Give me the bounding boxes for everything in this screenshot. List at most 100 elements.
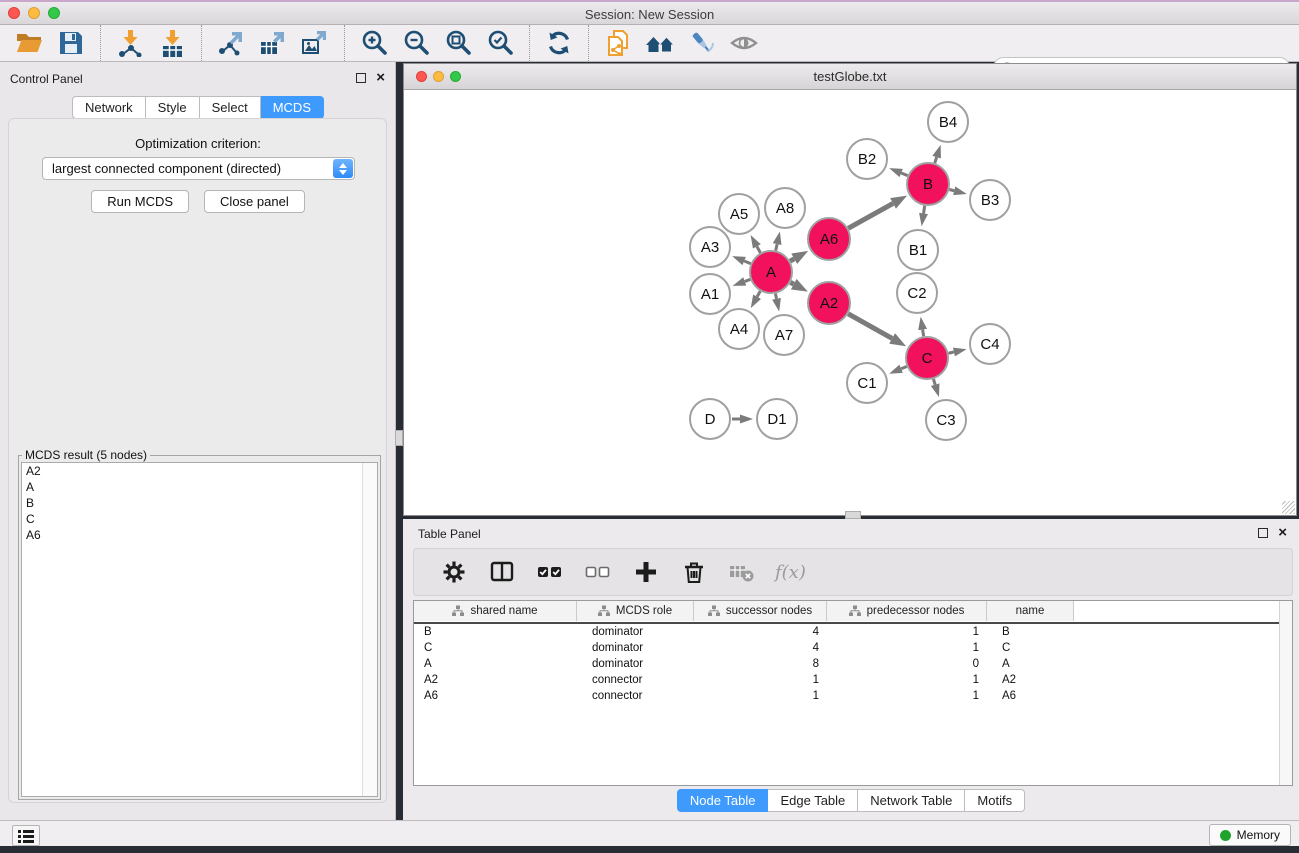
home-icon[interactable] [645,28,675,58]
close-panel-button[interactable]: Close panel [204,190,305,213]
graph-edge-C-C4[interactable] [948,352,953,353]
mcds-result-item[interactable]: A6 [22,527,377,543]
graph-edge-A6-B[interactable] [848,203,893,228]
graph-node-C[interactable]: C [906,337,948,379]
graph-node-D1[interactable]: D1 [757,399,797,439]
new-network-from-selection-icon[interactable] [603,28,633,58]
network-window-titlebar[interactable]: testGlobe.txt [404,64,1296,90]
refresh-layout-icon[interactable] [544,28,574,58]
graph-edge-A-A5[interactable] [757,246,760,252]
close-panel-icon[interactable]: × [376,73,385,83]
zoom-out-icon[interactable] [401,28,431,58]
result-list-scrollbar[interactable] [362,463,377,796]
table-row[interactable]: Bdominator41B [414,624,1292,640]
graph-edge-B-B1[interactable] [924,206,925,214]
tab-style[interactable]: Style [146,96,200,119]
graph-node-B4[interactable]: B4 [928,102,968,142]
network-canvas[interactable]: A A1 A2 A3 A4 A5 A6 A7 A8 B B1 B2 B3B4 C C1 C2 C3C4 D D1 [404,90,1296,515]
optimization-criterion-dropdown[interactable]: largest connected component (directed) [42,157,355,180]
graph-node-B3[interactable]: B3 [970,180,1010,220]
graph-node-A5[interactable]: A5 [719,194,759,234]
graph-edge-B-B3[interactable] [949,189,954,190]
graph-node-C1[interactable]: C1 [847,363,887,403]
tab-select[interactable]: Select [200,96,261,119]
column-header-shared-name[interactable]: shared name [414,601,577,621]
graph-edge-C-C2[interactable] [923,330,924,337]
graph-node-D[interactable]: D [690,399,730,439]
mcds-result-item[interactable]: B [22,495,377,511]
mcds-result-item[interactable]: A2 [22,463,377,479]
show-hide-style-icon[interactable] [687,28,717,58]
table-tab-edge-table[interactable]: Edge Table [768,789,858,812]
mcds-result-item[interactable]: A [22,479,377,495]
task-history-button[interactable] [12,825,40,846]
graph-node-B[interactable]: B [907,163,949,205]
import-network-icon[interactable] [115,28,145,58]
run-mcds-button[interactable]: Run MCDS [91,190,189,213]
table-row[interactable]: Adominator80A [414,656,1292,672]
import-table-icon[interactable] [157,28,187,58]
graph-edge-A-A1[interactable] [745,279,750,281]
export-image-icon[interactable] [300,28,330,58]
zoom-in-icon[interactable] [359,28,389,58]
show-column-panel-icon[interactable] [487,557,517,587]
graph-node-C3[interactable]: C3 [926,400,966,440]
graph-edge-B-B4[interactable] [935,157,937,163]
graph-node-A4[interactable]: A4 [719,309,759,349]
tab-mcds[interactable]: MCDS [261,96,324,119]
graph-node-B1[interactable]: B1 [898,230,938,270]
graph-edge-C-C1[interactable] [901,366,907,368]
vertical-splitter-handle[interactable] [395,430,403,446]
graph-node-A3[interactable]: A3 [690,227,730,267]
mcds-result-list[interactable]: A2ABCA6 [21,462,378,797]
graph-node-B2[interactable]: B2 [847,139,887,179]
graph-node-A2[interactable]: A2 [808,282,850,324]
float-panel-icon[interactable] [356,73,366,83]
table-row[interactable]: Cdominator41C [414,640,1292,656]
graph-node-C2[interactable]: C2 [897,273,937,313]
table-scrollbar[interactable] [1279,601,1292,785]
table-tab-motifs[interactable]: Motifs [965,789,1025,812]
mcds-result-item[interactable]: C [22,511,377,527]
graph-edge-C-C3[interactable] [933,379,935,385]
table-row[interactable]: A6connector11A6 [414,688,1292,704]
graph-edge-B-B2[interactable] [901,173,907,176]
table-tab-node-table[interactable]: Node Table [677,789,769,812]
float-table-panel-icon[interactable] [1258,528,1268,538]
zoom-selected-icon[interactable] [485,28,515,58]
graph-node-A1[interactable]: A1 [690,274,730,314]
graph-node-A[interactable]: A [750,251,792,293]
close-table-panel-icon[interactable]: × [1278,528,1287,538]
column-header-predecessor-nodes[interactable]: predecessor nodes [827,601,987,621]
graph-edge-A-A8[interactable] [776,244,777,250]
delete-columns-icon[interactable] [679,557,709,587]
graph-node-C4[interactable]: C4 [970,324,1010,364]
select-all-checkboxes-icon[interactable] [535,557,565,587]
export-table-icon[interactable] [258,28,288,58]
open-session-icon[interactable] [14,28,44,58]
column-header-successor-nodes[interactable]: successor nodes [694,601,827,621]
export-network-icon[interactable] [216,28,246,58]
graph-node-A8[interactable]: A8 [765,188,805,228]
column-header-name[interactable]: name [987,601,1074,621]
table-tab-network-table[interactable]: Network Table [858,789,965,812]
graph-edge-A-A4[interactable] [757,291,760,297]
graph-node-A6[interactable]: A6 [808,218,850,260]
window-resize-grip[interactable] [1282,501,1295,514]
settings-gear-icon[interactable] [439,557,469,587]
table-row[interactable]: A2connector11A2 [414,672,1292,688]
memory-button[interactable]: Memory [1209,824,1291,846]
graph-edge-A2-C[interactable] [848,314,892,339]
graph-edge-A-A2[interactable] [790,282,793,284]
deselect-all-checkboxes-icon[interactable] [583,557,613,587]
graph-node-A7[interactable]: A7 [764,315,804,355]
show-hide-view-icon[interactable] [729,28,759,58]
zoom-fit-icon[interactable] [443,28,473,58]
graph-edge-A-A6[interactable] [790,259,794,261]
column-header-MCDS-role[interactable]: MCDS role [577,601,694,621]
save-session-icon[interactable] [56,28,86,58]
create-new-column-icon[interactable] [631,557,661,587]
graph-edge-A-A7[interactable] [775,294,776,299]
horizontal-splitter-handle[interactable] [845,511,861,519]
graph-edge-A-A3[interactable] [744,261,750,264]
